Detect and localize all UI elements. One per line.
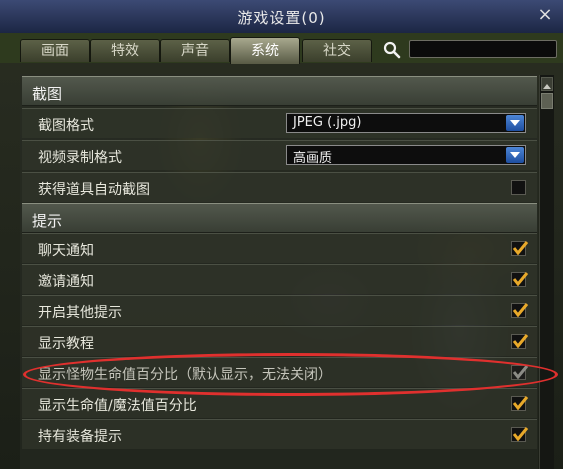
settings-window: 游戏设置(0) × 画面 特效 声音 系统 社交 截图 截图格式 JPEG (.… <box>0 0 563 469</box>
invite-notify-checkbox[interactable] <box>511 272 529 287</box>
scroll-up-button[interactable] <box>541 77 553 91</box>
setting-label: 获得道具自动截图 <box>38 182 150 198</box>
scrollbar-thumb[interactable] <box>541 93 553 109</box>
window-title: 游戏设置(0) <box>237 9 326 27</box>
select-value: 高画质 <box>293 151 333 166</box>
section-title: 提示 <box>32 212 63 230</box>
hp-mp-percent-checkbox[interactable] <box>511 396 529 411</box>
checkmark-icon <box>512 334 529 349</box>
setting-row-screenshot-format: 截图格式 JPEG (.jpg) <box>22 108 537 138</box>
equipment-tips-checkbox[interactable] <box>511 427 529 442</box>
checkmark-icon <box>512 272 529 287</box>
title-bar[interactable]: 游戏设置(0) × <box>0 0 563 34</box>
tab-system[interactable]: 系统 <box>230 37 300 64</box>
setting-label: 显示生命值/魔法值百分比 <box>38 398 197 414</box>
tab-social[interactable]: 社交 <box>302 39 372 62</box>
section-title: 截图 <box>32 85 63 103</box>
setting-label: 截图格式 <box>38 118 94 134</box>
checkmark-icon <box>512 396 529 411</box>
chat-notify-checkbox[interactable] <box>511 241 529 256</box>
section-header-screenshot: 截图 <box>22 76 537 106</box>
setting-row-show-tutorial: 显示教程 <box>22 326 537 356</box>
video-format-select[interactable]: 高画质 <box>286 145 526 166</box>
monster-hp-percent-checkbox <box>511 365 529 380</box>
setting-row-hp-mp-percent: 显示生命值/魔法值百分比 <box>22 388 537 418</box>
setting-label: 开启其他提示 <box>38 305 122 321</box>
setting-label: 视频录制格式 <box>38 150 122 166</box>
setting-row-equipment-tips: 持有装备提示 <box>22 419 537 449</box>
setting-row-other-tips: 开启其他提示 <box>22 295 537 325</box>
close-icon[interactable]: × <box>535 4 555 26</box>
tab-sound[interactable]: 声音 <box>160 39 230 62</box>
search-input[interactable] <box>409 40 557 58</box>
setting-row-chat-notify: 聊天通知 <box>22 233 537 263</box>
tab-graphics[interactable]: 画面 <box>20 39 90 62</box>
setting-label: 显示怪物生命值百分比（默认显示，无法关闭） <box>38 367 332 383</box>
auto-capture-checkbox[interactable] <box>511 180 526 195</box>
setting-row-invite-notify: 邀请通知 <box>22 264 537 294</box>
vertical-scrollbar[interactable] <box>539 75 554 469</box>
screenshot-format-select[interactable]: JPEG (.jpg) <box>286 113 526 133</box>
setting-label: 邀请通知 <box>38 274 94 290</box>
checkmark-icon <box>512 241 529 256</box>
show-tutorial-checkbox[interactable] <box>511 334 529 349</box>
other-tips-checkbox[interactable] <box>511 303 529 318</box>
chevron-down-icon[interactable] <box>506 147 524 163</box>
chevron-down-icon[interactable] <box>506 115 524 131</box>
setting-label: 显示教程 <box>38 336 94 352</box>
setting-label: 持有装备提示 <box>38 429 122 445</box>
select-value: JPEG (.jpg) <box>293 115 362 130</box>
section-header-tips: 提示 <box>22 203 537 233</box>
checkmark-icon <box>512 365 529 380</box>
tab-effects[interactable]: 特效 <box>90 39 160 62</box>
checkmark-icon <box>512 303 529 318</box>
checkmark-icon <box>512 427 529 442</box>
setting-label: 聊天通知 <box>38 243 94 259</box>
search-icon[interactable] <box>382 40 402 60</box>
setting-row-video-format: 视频录制格式 高画质 <box>22 140 537 170</box>
setting-row-monster-hp-percent: 显示怪物生命值百分比（默认显示，无法关闭） <box>22 357 537 387</box>
setting-row-auto-capture: 获得道具自动截图 <box>22 172 537 202</box>
